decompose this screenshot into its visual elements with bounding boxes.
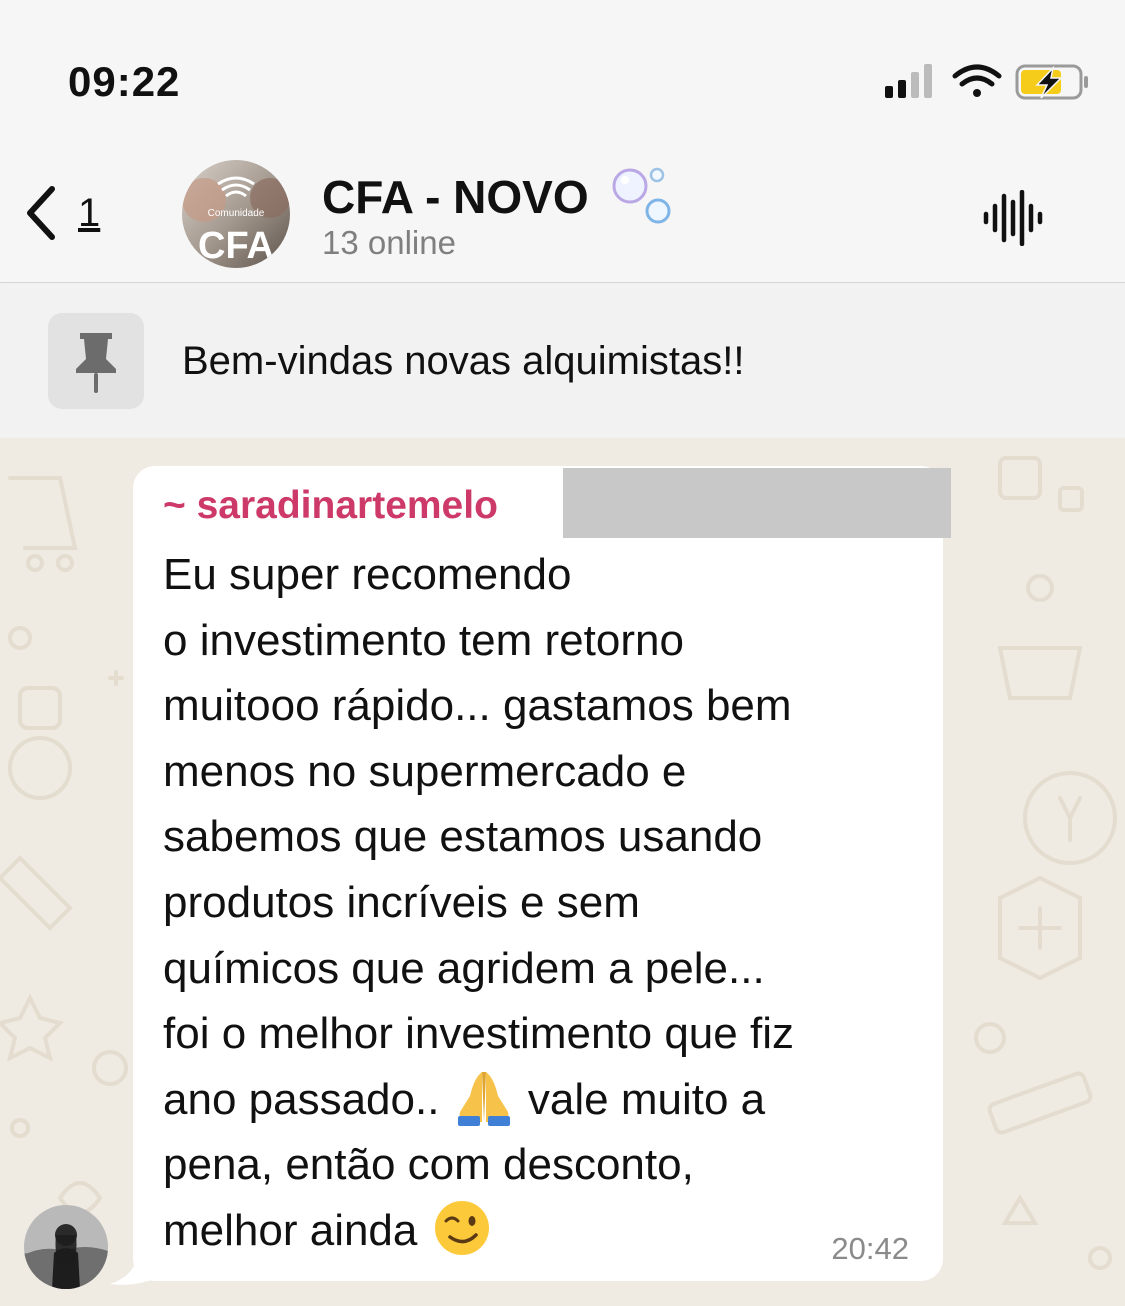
pin-icon-box xyxy=(48,313,144,409)
avatar-top-text: Comunidade xyxy=(208,208,265,219)
voice-waveform-icon[interactable] xyxy=(980,190,1044,246)
pinned-message-text: Bem-vindas novas alquimistas!! xyxy=(182,339,745,383)
message-bubble[interactable]: ~ saradinartemelo Eu super recomendo o i… xyxy=(133,466,951,1281)
pinned-message-banner[interactable]: Bem-vindas novas alquimistas!! xyxy=(0,283,1125,438)
sender-avatar[interactable] xyxy=(24,1205,108,1289)
folded-hands-emoji xyxy=(457,1071,510,1126)
unread-count: 1 xyxy=(78,190,101,235)
avatar-main-text: CFA xyxy=(198,225,274,267)
message-time: 20:42 xyxy=(831,1231,909,1266)
redacted-phone-number xyxy=(563,468,951,538)
cellular-signal-icon xyxy=(885,64,932,98)
status-bar: 09:22 xyxy=(0,0,1125,150)
battery-charging-icon xyxy=(1015,64,1088,100)
sender-name[interactable]: ~ saradinartemelo xyxy=(163,484,498,528)
chat-header: 1 Comunidade CFA CFA - NOVO 13 online xyxy=(0,150,1125,283)
group-title[interactable]: CFA - NOVO xyxy=(322,170,589,224)
back-button[interactable]: 1 xyxy=(20,178,130,248)
bubbles-icon xyxy=(612,167,671,224)
group-avatar[interactable]: Comunidade CFA xyxy=(182,160,290,268)
group-avatar-image: Comunidade CFA xyxy=(182,160,290,268)
wifi-icon xyxy=(952,64,1002,97)
pin-icon xyxy=(76,333,116,393)
message-text-part-1: Eu super recomendo o investimento tem re… xyxy=(163,550,794,1124)
chevron-left-icon xyxy=(27,186,55,240)
sender-avatar-image xyxy=(24,1205,108,1289)
chat-area: ~ saradinartemelo Eu super recomendo o i… xyxy=(0,438,1125,1306)
winking-face-emoji xyxy=(434,1200,489,1255)
status-icons xyxy=(885,64,1088,100)
message-text: Eu super recomendo o investimento tem re… xyxy=(163,542,933,1264)
online-count: 13 online xyxy=(322,224,456,261)
status-time: 09:22 xyxy=(68,58,181,105)
